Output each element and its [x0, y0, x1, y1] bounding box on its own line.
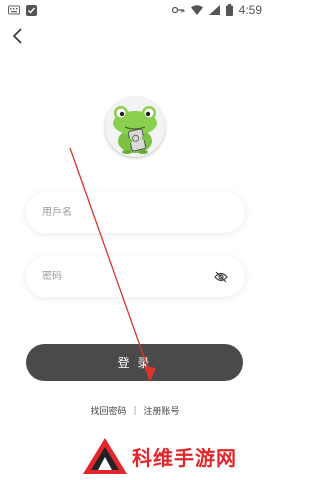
register-link[interactable]: 注册账号 — [144, 404, 180, 417]
login-button-label: 登 录 — [117, 356, 152, 370]
app-avatar — [105, 97, 165, 157]
password-visibility-toggle[interactable] — [213, 269, 229, 285]
shield-check-icon — [26, 4, 37, 16]
frog-mascot-icon — [113, 106, 157, 154]
wifi-icon — [190, 5, 203, 15]
links-separator: | — [133, 405, 137, 416]
username-input[interactable] — [42, 207, 229, 218]
watermark: 科维手游网 — [82, 437, 237, 475]
key-icon — [171, 6, 185, 14]
login-button[interactable]: 登 录 — [26, 344, 243, 381]
status-bar: 4:59 — [0, 0, 270, 20]
eye-off-icon — [214, 271, 228, 282]
forgot-password-link[interactable]: 找回密码 — [90, 404, 126, 417]
chevron-left-icon — [12, 28, 22, 44]
status-right: 4:59 — [171, 3, 262, 17]
account-links: 找回密码 | 注册账号 — [0, 404, 270, 418]
back-button[interactable] — [8, 26, 28, 46]
watermark-text: 科维手游网 — [132, 445, 237, 470]
keyboard-icon — [8, 5, 20, 15]
status-left — [8, 4, 37, 16]
status-time: 4:59 — [238, 3, 262, 17]
password-input[interactable] — [42, 271, 213, 282]
password-field[interactable] — [26, 256, 245, 297]
battery-icon — [225, 4, 233, 16]
signal-icon — [208, 5, 220, 15]
watermark-logo-icon — [83, 438, 127, 474]
username-field[interactable] — [26, 192, 245, 233]
